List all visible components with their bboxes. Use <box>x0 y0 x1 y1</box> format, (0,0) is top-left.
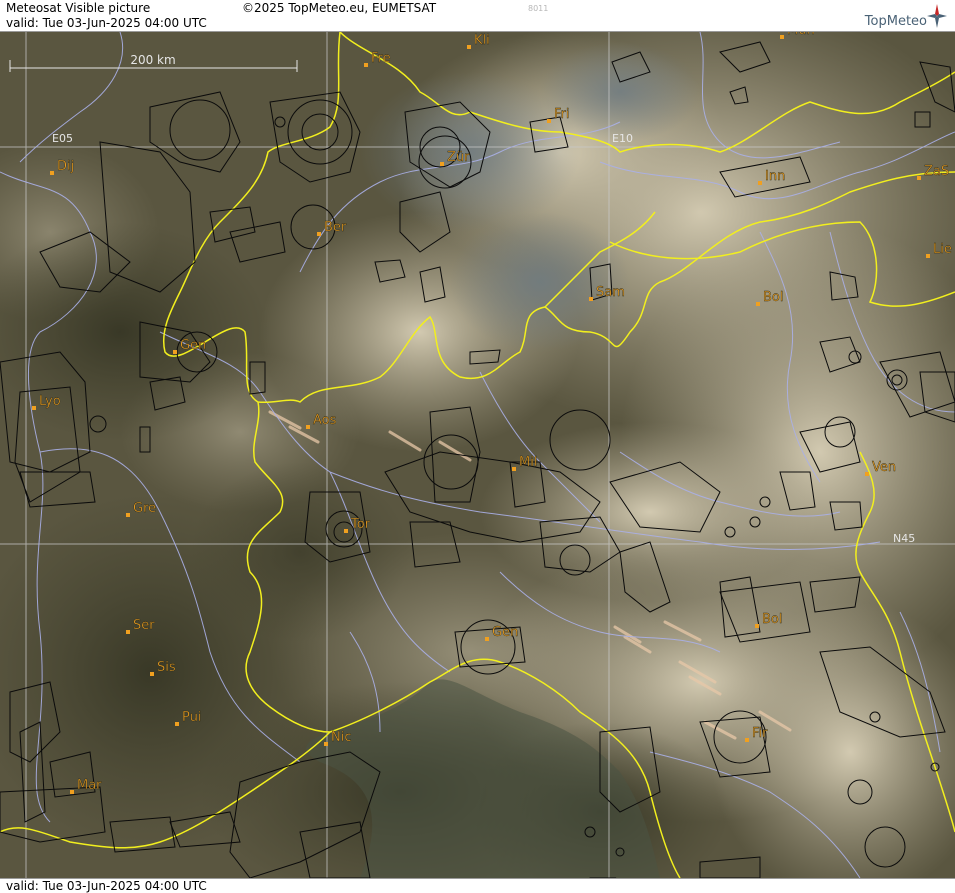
city-marker-pui <box>175 722 179 726</box>
grid-label-e05: E05 <box>52 132 73 145</box>
scale-bar-label: 200 km <box>130 53 175 67</box>
valid-time-top: valid: Tue 03-Jun-2025 04:00 UTC <box>6 16 207 30</box>
city-marker-ven <box>865 472 869 476</box>
city-label-ber: Ber <box>324 220 347 235</box>
city-marker-zür <box>440 162 444 166</box>
image-stamp: 8011 <box>528 4 549 13</box>
brand-logo-text: TopMeteo <box>864 14 927 29</box>
city-marker-fri <box>547 119 551 123</box>
city-marker-zas <box>917 176 921 180</box>
city-label-inn: Inn <box>765 169 785 184</box>
city-label-pui: Pui <box>182 710 201 725</box>
city-label-aos: Aos <box>313 413 337 428</box>
city-label-fre: Fre <box>371 51 391 66</box>
image-title: Meteosat Visible picture <box>6 1 151 15</box>
compass-logo-icon <box>927 4 947 28</box>
city-label-zür: Zür <box>447 150 470 165</box>
city-marker-gen <box>173 350 177 354</box>
city-label-gre: Gre <box>133 501 156 516</box>
grid-label-n45: N45 <box>893 532 915 545</box>
city-marker-bol <box>755 624 759 628</box>
city-label-nic: Nic <box>331 730 351 745</box>
valid-time-bottom: valid: Tue 03-Jun-2025 04:00 UTC <box>6 879 207 893</box>
city-label-bol: Bol <box>763 290 783 305</box>
grid-label-e10: E10 <box>612 132 633 145</box>
city-marker-mil <box>512 467 516 471</box>
city-label-zas: ZaS <box>924 164 949 179</box>
city-label-fir: Fir <box>752 726 768 741</box>
city-label-gen: Gen <box>492 625 518 640</box>
city-marker-lyo <box>32 406 36 410</box>
city-label-tor: Tor <box>350 517 371 532</box>
city-marker-dij <box>50 171 54 175</box>
city-marker-kli <box>467 45 471 49</box>
city-marker-ser <box>126 630 130 634</box>
city-label-ven: Ven <box>872 460 896 475</box>
header-bar: Meteosat Visible picture ©2025 TopMeteo.… <box>0 0 955 32</box>
city-marker-aos <box>306 425 310 429</box>
city-marker-lie <box>926 254 930 258</box>
city-marker-sis <box>150 672 154 676</box>
city-marker-nic <box>324 742 328 746</box>
city-marker-bol <box>756 302 760 306</box>
city-label-dij: Dij <box>57 159 74 174</box>
city-label-mun: Mun <box>787 32 815 38</box>
city-marker-tor <box>344 529 348 533</box>
city-label-fri: Fri <box>554 107 570 122</box>
city-label-gen: Gen <box>180 338 206 353</box>
city-label-mar: Mar <box>77 778 102 793</box>
city-marker-inn <box>758 181 762 185</box>
city-marker-fre <box>364 63 368 67</box>
city-marker-mar <box>70 790 74 794</box>
copyright-text: ©2025 TopMeteo.eu, EUMETSAT <box>242 1 437 15</box>
city-label-ser: Ser <box>133 618 155 633</box>
city-label-kli: Kli <box>474 33 490 48</box>
city-label-sis: Sis <box>157 660 176 675</box>
city-marker-fir <box>745 738 749 742</box>
city-marker-gre <box>126 513 130 517</box>
city-marker-gen <box>485 637 489 641</box>
footer-bar: valid: Tue 03-Jun-2025 04:00 UTC <box>0 878 955 893</box>
city-marker-ber <box>317 232 321 236</box>
city-label-mil: Mil <box>519 455 537 470</box>
city-marker-mun <box>780 35 784 39</box>
city-label-lyo: Lyo <box>39 394 61 409</box>
city-label-lie: Lie <box>933 242 952 257</box>
city-marker-sam <box>589 297 593 301</box>
satellite-map-window: Meteosat Visible picture ©2025 TopMeteo.… <box>0 0 955 893</box>
city-label-sam: Sam <box>596 285 625 300</box>
city-label-bol: Bol <box>762 612 782 627</box>
satellite-map[interactable]: E05 E10 N45 200 km KliFreFriDijZürInn Za… <box>0 32 955 878</box>
